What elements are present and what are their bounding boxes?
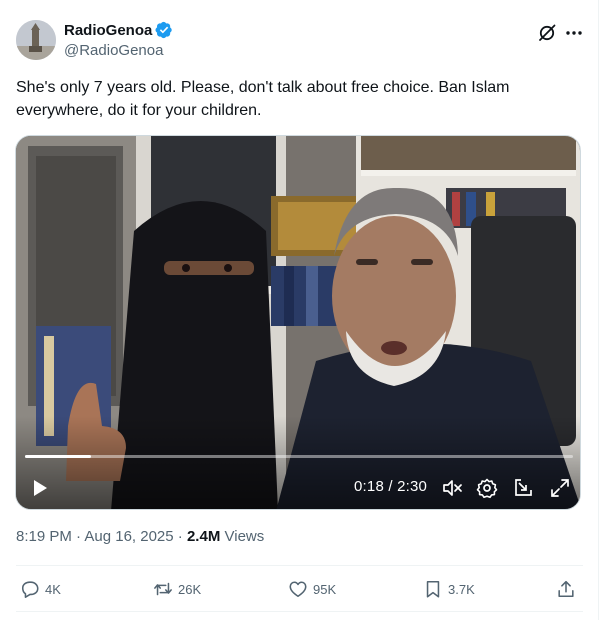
repost-count: 26K [178, 581, 202, 597]
share-button[interactable] [556, 578, 576, 600]
tweet-text: She's only 7 years old. Please, don't ta… [16, 79, 510, 119]
tweet-meta: 8:19 PM · Aug 16, 2025 · 2.4M Views [16, 528, 264, 545]
reply-icon [21, 581, 39, 598]
repost-button[interactable]: 26K [153, 578, 201, 600]
reply-count: 4K [45, 581, 61, 597]
like-count: 95K [313, 581, 337, 597]
share-icon [558, 580, 574, 598]
bookmark-count: 3.7K [448, 581, 475, 597]
more-options-icon[interactable] [563, 22, 585, 44]
reply-button[interactable]: 4K [20, 578, 61, 600]
video-progress-fill [25, 455, 91, 458]
column-border [598, 0, 599, 620]
author-display-name[interactable]: RadioGenoa [64, 22, 152, 39]
like-button[interactable]: 95K [288, 578, 336, 600]
heart-icon [289, 581, 307, 598]
views-count: 2.4M [186, 528, 221, 545]
grok-icon[interactable] [536, 22, 558, 44]
avatar-image [16, 20, 56, 60]
bookmark-icon [426, 580, 440, 598]
verified-badge-icon[interactable] [155, 21, 173, 39]
popout-icon[interactable] [512, 477, 534, 499]
tweet-header: RadioGenoa @RadioGenoa [16, 18, 586, 62]
meta-separator: · [177, 528, 183, 545]
repost-icon [154, 582, 172, 596]
mute-button[interactable] [441, 477, 463, 499]
video-progress-bar[interactable] [25, 455, 573, 458]
video-time-readout: 0:18 / 2:30 [354, 478, 428, 495]
bookmark-button[interactable]: 3.7K [423, 578, 475, 600]
tweet-card: RadioGenoa @RadioGenoa She's only 7 year… [0, 0, 603, 620]
video-player[interactable]: 0:18 / 2:30 [15, 135, 581, 510]
fullscreen-icon[interactable] [549, 477, 571, 499]
bottom-divider [16, 611, 583, 612]
author-handle[interactable]: @RadioGenoa [64, 42, 163, 59]
tweet-timestamp[interactable]: 8:19 PM · Aug 16, 2025 [16, 528, 174, 545]
play-button[interactable] [30, 477, 50, 499]
divider [16, 565, 583, 566]
views-label: Views [224, 528, 265, 545]
author-name-row: RadioGenoa [64, 21, 173, 39]
settings-gear-icon[interactable] [476, 477, 498, 499]
video-frame [16, 136, 580, 509]
avatar[interactable] [16, 20, 56, 60]
